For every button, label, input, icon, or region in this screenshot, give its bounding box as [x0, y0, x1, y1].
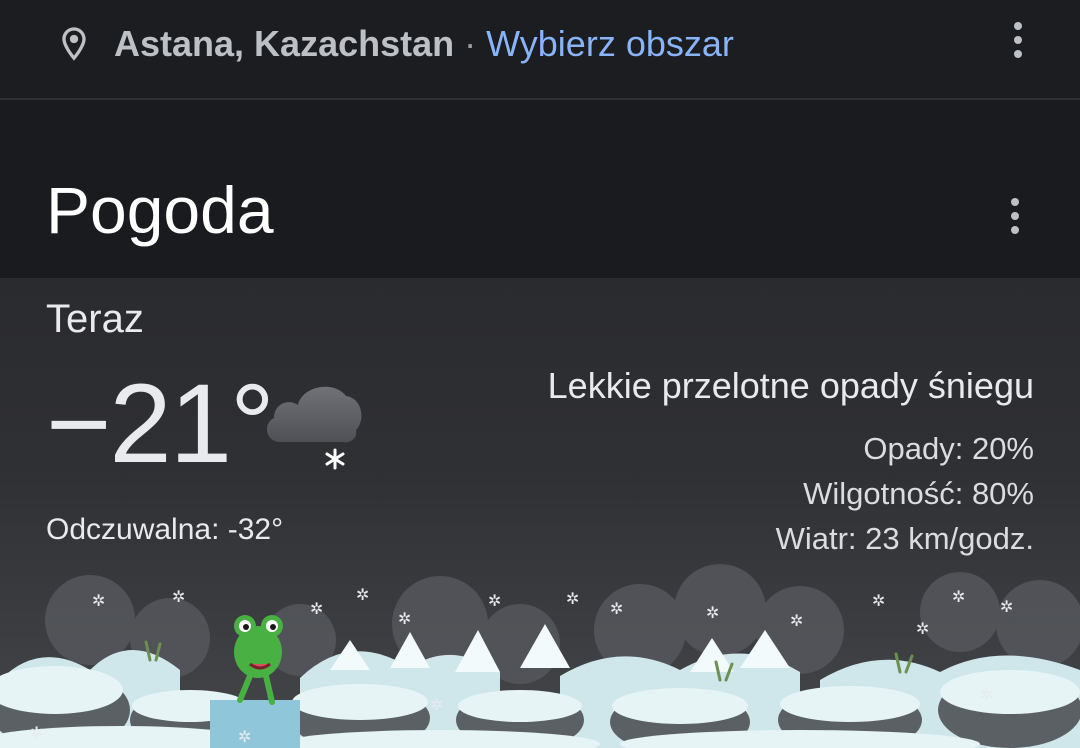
svg-text:✲: ✲: [430, 695, 443, 714]
snowy-landscape-frog-illustration: ✲ ✲ ✲ ✲ ✲ ✲ ✲ ✲ ✲ ✲ ✲ ✲ ✲ ✲ ✲ ✲ ✲ ✲: [0, 564, 1080, 748]
now-label: Teraz: [46, 297, 144, 341]
svg-text:✲: ✲: [398, 609, 411, 628]
svg-text:✲: ✲: [172, 587, 185, 606]
svg-text:✲: ✲: [356, 585, 369, 604]
location-bar: Astana, Kazachstan · Wybierz obszar: [0, 0, 1080, 100]
svg-text:✲: ✲: [790, 611, 803, 630]
location-separator: ·: [464, 23, 477, 64]
location-line: Astana, Kazachstan · Wybierz obszar: [114, 20, 734, 68]
frog-mascot: [234, 615, 283, 705]
svg-text:✲: ✲: [310, 599, 323, 618]
svg-text:✲: ✲: [1000, 597, 1013, 616]
svg-text:✲: ✲: [980, 685, 993, 704]
svg-text:✲: ✲: [952, 587, 965, 606]
feels-like: Odczuwalna: -32°: [46, 513, 284, 546]
card-title: Pogoda: [46, 173, 274, 247]
svg-text:✲: ✲: [610, 599, 623, 618]
svg-text:✲: ✲: [566, 589, 579, 608]
temperature-value: −21°: [46, 361, 275, 486]
condition-text: Lekkie przelotne opady śniegu: [547, 365, 1034, 406]
more-vert-icon[interactable]: [1008, 20, 1028, 60]
svg-text:✲: ✲: [30, 723, 43, 742]
cloud-snow-icon: [266, 386, 362, 470]
location-pin-icon[interactable]: [54, 22, 94, 66]
humidity: Wilgotność: 80%: [803, 476, 1034, 511]
svg-text:✲: ✲: [916, 619, 929, 638]
svg-text:✲: ✲: [92, 591, 105, 610]
svg-text:✲: ✲: [872, 591, 885, 610]
svg-text:✲: ✲: [238, 727, 251, 746]
precipitation: Opady: 20%: [863, 431, 1034, 466]
svg-text:✲: ✲: [706, 603, 719, 622]
wind: Wiatr: 23 km/godz.: [775, 521, 1034, 556]
weather-details: Opady: 20% Wilgotność: 80% Wiatr: 23 km/…: [776, 426, 1034, 561]
card-menu-icon[interactable]: [1005, 196, 1025, 236]
location-name: Astana, Kazachstan: [114, 23, 455, 64]
svg-text:✲: ✲: [488, 591, 501, 610]
choose-area-link[interactable]: Wybierz obszar: [486, 23, 734, 64]
